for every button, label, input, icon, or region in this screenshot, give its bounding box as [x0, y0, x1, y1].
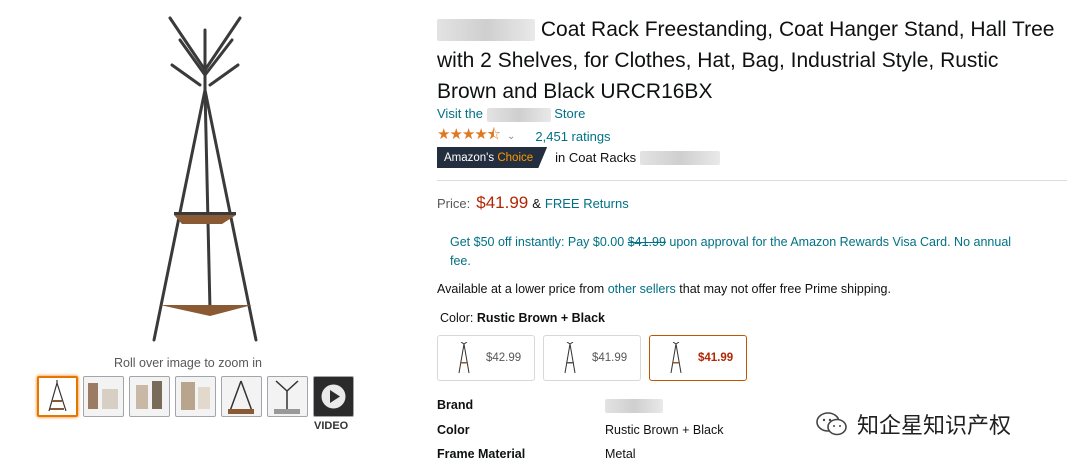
wechat-icon — [816, 412, 847, 436]
spec-row-color: Color Rustic Brown + Black — [437, 418, 757, 443]
spec-key: Frame Material — [437, 447, 526, 462]
thumbnail-3[interactable] — [129, 376, 170, 417]
variant-price: $41.99 — [698, 352, 734, 364]
coat-rack-swatch-icon — [670, 342, 682, 374]
amazons-choice-badge: Amazon's Choice — [437, 147, 548, 168]
watermark-text: 知企星知识产权 — [857, 413, 1012, 438]
thumbnail-room-image — [136, 381, 162, 409]
color-selector-label: Color: Rustic Brown + Black — [440, 311, 605, 325]
spec-key: Brand — [437, 398, 474, 413]
redacted-brand-value — [605, 398, 663, 413]
spec-value — [605, 398, 663, 413]
spec-row-frame-material: Frame Material Metal — [437, 442, 757, 467]
spec-value: Metal — [605, 447, 636, 462]
thumbnail-5[interactable] — [221, 376, 262, 417]
card-promo[interactable]: Get $50 off instantly: Pay $0.00 $41.99 … — [450, 233, 1030, 271]
video-label: VIDEO — [314, 420, 349, 432]
product-title: Coat Rack Freestanding, Coat Hanger Stan… — [437, 14, 1057, 107]
variant-option-2[interactable]: $41.99 — [543, 335, 641, 381]
redacted-store-name — [486, 107, 551, 122]
promo-prefix: Get $50 off instantly: Pay $0.00 — [450, 235, 625, 249]
image-gallery: Roll over image to zoom in VIDEO — [0, 0, 420, 471]
free-returns-link[interactable]: FREE Returns — [545, 196, 629, 211]
product-specs-table: Brand Color Rustic Brown + Black Frame M… — [437, 393, 757, 467]
store-link-suffix: Store — [554, 106, 586, 121]
badge-main-text: Amazon's — [444, 151, 495, 164]
redacted-brand — [437, 19, 535, 42]
color-value: Rustic Brown + Black — [476, 311, 605, 325]
lower-price-prefix: Available at a lower price from — [437, 282, 605, 296]
star-rating-icon[interactable]: ★★★★⯪ — [437, 124, 501, 149]
color-label: Color: — [440, 311, 474, 325]
price-amp: & — [532, 196, 541, 211]
amazons-choice-row: Amazon's Choice in Coat Racks — [437, 147, 720, 168]
zoom-hint: Roll over image to zoom in — [114, 356, 262, 370]
variant-option-1[interactable]: $42.99 — [437, 335, 535, 381]
thumbnail-4[interactable] — [175, 376, 216, 417]
badge-accent-text: Choice — [497, 151, 534, 164]
thumbnail-detail-image — [228, 380, 254, 414]
thumbnail-6[interactable] — [267, 376, 308, 417]
thumbnail-room-image — [88, 383, 118, 409]
promo-strike-price: $41.99 — [627, 235, 666, 249]
coat-rack-swatch-icon — [458, 342, 470, 374]
redacted-category — [639, 151, 720, 166]
other-sellers-link[interactable]: other sellers — [608, 282, 676, 296]
watermark: 知企星知识产权 — [815, 408, 1011, 440]
video-thumbnail[interactable] — [313, 376, 354, 417]
price-row: Price: $41.99 & FREE Returns — [437, 193, 629, 213]
store-link[interactable]: Visit the Store — [437, 106, 585, 122]
lower-price-suffix: that may not offer free Prime shipping. — [679, 282, 891, 296]
thumbnail-coat-rack-image — [48, 380, 67, 412]
spec-row-brand: Brand — [437, 393, 757, 418]
variant-price: $41.99 — [592, 352, 628, 364]
section-divider — [437, 180, 1067, 181]
coat-rack-swatch-icon — [564, 342, 576, 374]
store-link-prefix: Visit the — [437, 106, 484, 121]
price-label: Price: — [437, 196, 471, 211]
thumbnail-strip — [37, 376, 354, 417]
chevron-down-icon[interactable]: ⌄ — [507, 131, 515, 142]
thumbnail-1[interactable] — [37, 376, 78, 417]
thumbnail-detail-image — [274, 380, 300, 414]
main-product-image[interactable] — [140, 10, 270, 350]
rating-count-link[interactable]: 2,451 ratings — [535, 129, 610, 144]
spec-value: Rustic Brown + Black — [605, 422, 724, 437]
rating-row: ★★★★⯪ ⌄ 2,451 ratings — [437, 124, 611, 149]
variant-price: $42.99 — [486, 352, 522, 364]
spec-key: Color — [437, 422, 470, 437]
play-icon — [321, 384, 346, 409]
lower-price-notice: Available at a lower price from other se… — [437, 282, 891, 296]
choice-category-text: in Coat Racks — [555, 149, 637, 165]
variant-swatches: $42.99 $41.99 $41.99 — [437, 335, 747, 381]
thumbnail-2[interactable] — [83, 376, 124, 417]
price-value: $41.99 — [476, 193, 529, 212]
thumbnail-room-image — [181, 382, 210, 410]
choice-category[interactable]: in Coat Racks — [555, 150, 720, 166]
variant-option-3-selected[interactable]: $41.99 — [649, 335, 747, 381]
